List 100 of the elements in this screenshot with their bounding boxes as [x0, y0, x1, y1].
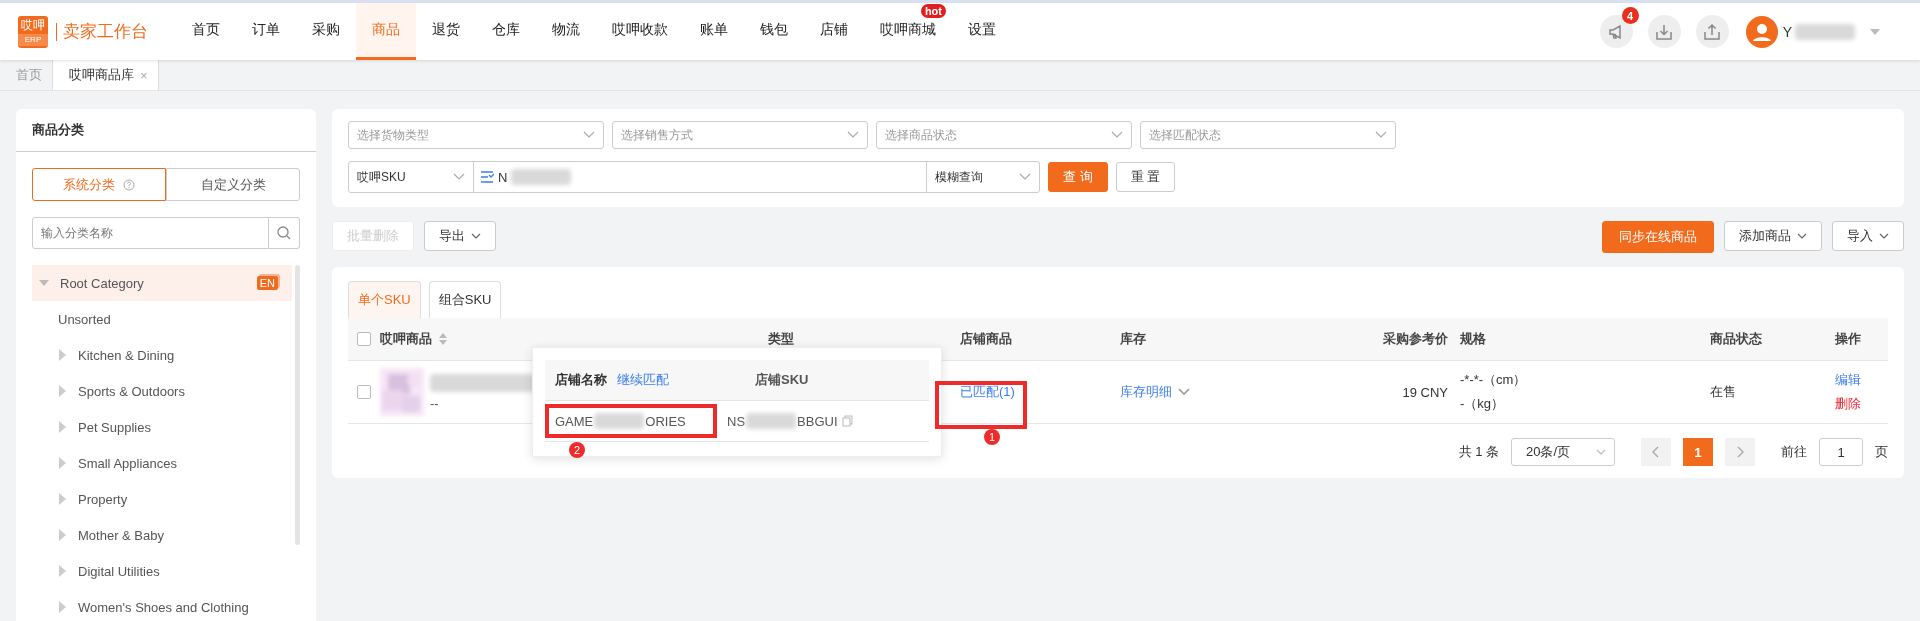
continue-match-link[interactable]: 继续匹配	[617, 371, 669, 389]
chevron-down-icon	[1111, 131, 1123, 139]
category-tab[interactable]: 自定义分类	[166, 168, 300, 201]
tree-item[interactable]: Unsorted	[32, 301, 292, 337]
caret-icon	[1870, 28, 1880, 35]
hot-badge: hot	[920, 4, 946, 18]
nav-tab[interactable]: 店铺	[804, 19, 864, 44]
tree-item[interactable]: Mother & Baby	[32, 517, 292, 553]
chevron-left-icon	[1652, 446, 1660, 458]
chevron-down-icon	[1375, 131, 1387, 139]
page-size-select[interactable]: 20条/页	[1511, 438, 1615, 466]
step-number: 1	[984, 429, 1000, 445]
blurred-text	[1795, 23, 1855, 40]
page-number-field[interactable]: 1	[1819, 438, 1863, 466]
nav-tab[interactable]: 钱包	[744, 19, 804, 44]
column-header: 店铺名称	[555, 371, 607, 389]
help-icon	[123, 178, 135, 191]
chevron-down-icon	[1879, 233, 1889, 239]
nav-tab[interactable]: 哎呷商城	[864, 19, 952, 44]
column-header: 哎呷商品	[380, 330, 432, 348]
column-header: 采购参考价	[1383, 330, 1448, 348]
column-header: 规格	[1460, 330, 1486, 348]
tree-item[interactable]: Sports & Outdoors	[32, 373, 292, 409]
tree-item[interactable]: Kitchen & Dining	[32, 337, 292, 373]
nav-tab[interactable]: 仓库	[476, 19, 536, 44]
store-sku-text: BBGUI	[797, 413, 838, 429]
app-title: 卖家工作台	[56, 22, 148, 41]
chevron-down-icon	[1797, 233, 1807, 239]
store-sku-text: NS	[727, 413, 746, 429]
expand-icon[interactable]	[58, 456, 68, 470]
tree-item[interactable]: Pet Supplies	[32, 409, 292, 445]
panel-title: 商品分类	[16, 109, 316, 152]
checkbox[interactable]	[357, 332, 371, 346]
stock-detail-link[interactable]: 库存明细	[1120, 383, 1172, 401]
price-text: 19 CNY	[1402, 384, 1448, 400]
tree-item[interactable]: Digital Utilities	[32, 553, 292, 589]
nav-tab[interactable]: 物流	[536, 19, 596, 44]
search-button[interactable]	[269, 217, 300, 249]
user-name[interactable]: Y	[1782, 23, 1792, 40]
goto-label: 前往	[1781, 443, 1807, 461]
total-count: 共 1 条	[1458, 443, 1499, 461]
column-header: 库存	[1120, 330, 1146, 348]
chevron-down-icon	[583, 131, 595, 139]
upload-button[interactable]	[1695, 15, 1729, 48]
status-text: 在售	[1710, 383, 1736, 401]
page-tab[interactable]: 哎呷商品库 ×	[53, 60, 159, 90]
action-link[interactable]: 删除	[1835, 395, 1861, 413]
nav-tab[interactable]: 采购	[296, 19, 356, 44]
chevron-right-icon	[1736, 446, 1744, 458]
download-button[interactable]	[1647, 15, 1681, 48]
action-link[interactable]: 编辑	[1835, 371, 1861, 389]
toolbar-button[interactable]: 添加商品	[1724, 221, 1822, 251]
store-name-text: GAME	[555, 413, 594, 429]
nav-tab[interactable]: 首页	[176, 19, 236, 44]
search-icon	[277, 226, 291, 240]
checkbox[interactable]	[357, 385, 371, 399]
next-page-button[interactable]	[1725, 438, 1755, 466]
expand-icon[interactable]	[58, 528, 68, 542]
tree-item[interactable]: Root Category EN	[32, 265, 292, 301]
tree-item[interactable]: Property	[32, 481, 292, 517]
expand-icon[interactable]	[58, 420, 68, 434]
blurred-text	[594, 413, 645, 429]
toolbar-button[interactable]: 导出	[424, 221, 496, 251]
spec-text: -*-*-（cm）	[1460, 371, 1527, 389]
nav-tab[interactable]: 账单	[684, 19, 744, 44]
matched-link[interactable]: 已匹配(1)	[960, 383, 1015, 401]
logo-icon: 哎呷 ERP	[18, 15, 48, 48]
nav-tab[interactable]: 哎呷收款	[596, 19, 684, 44]
avatar-icon	[1745, 15, 1778, 48]
nav-tab[interactable]: 订单	[236, 19, 296, 44]
sort-icon[interactable]	[438, 332, 448, 346]
column-header: 店铺SKU	[755, 371, 809, 389]
expand-icon[interactable]	[58, 348, 68, 362]
tree-item[interactable]: Women's Shoes and Clothing	[32, 589, 292, 621]
tree-item[interactable]: Small Appliances	[32, 445, 292, 481]
expand-icon[interactable]	[58, 600, 68, 614]
chevron-down-icon[interactable]	[1178, 388, 1190, 396]
chevron-down-icon	[1596, 449, 1606, 455]
expand-icon[interactable]	[58, 384, 68, 398]
notification-count: 4	[1621, 7, 1639, 24]
spec-text: -（kg）	[1460, 395, 1505, 413]
store-name-text: ORIES	[645, 413, 686, 429]
column-header: 商品状态	[1710, 330, 1762, 348]
category-search-field[interactable]: 输入分类名称	[32, 217, 269, 249]
nav-tab[interactable]: 设置	[952, 19, 1012, 44]
chevron-down-icon	[471, 233, 481, 239]
column-header: 操作	[1835, 330, 1861, 348]
download-icon	[1655, 22, 1674, 41]
reset-button[interactable]: 重 置	[1115, 162, 1176, 192]
chevron-down-icon	[847, 131, 859, 139]
expand-icon[interactable]	[58, 564, 68, 578]
copy-icon[interactable]	[841, 415, 853, 427]
column-header: 店铺商品	[960, 330, 1012, 348]
product-sku: --	[430, 395, 440, 411]
previous-page-button[interactable]	[1641, 438, 1671, 466]
expand-icon[interactable]	[58, 492, 68, 506]
page-suffix: 页	[1875, 443, 1888, 461]
nav-tab[interactable]: 退货	[416, 19, 476, 44]
blurred-text	[746, 413, 797, 429]
toolbar-button[interactable]: 导入	[1832, 221, 1904, 251]
